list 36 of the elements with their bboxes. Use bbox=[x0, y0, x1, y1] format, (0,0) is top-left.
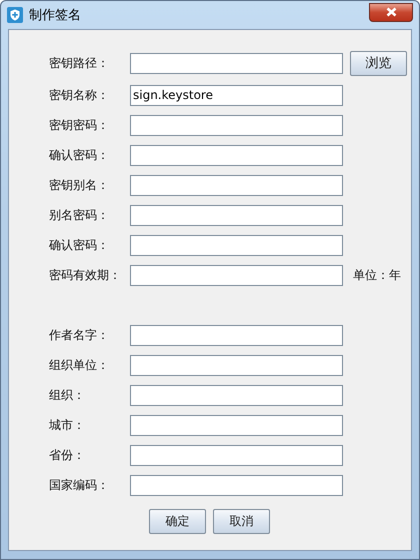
field-label: 密钥路径： bbox=[48, 54, 110, 72]
ok-button[interactable]: 确定 bbox=[149, 509, 206, 534]
cancel-button[interactable]: 取消 bbox=[213, 509, 270, 534]
close-icon bbox=[386, 7, 396, 17]
field-label: 密钥别名： bbox=[48, 176, 110, 194]
close-button[interactable] bbox=[369, 2, 413, 22]
field-label: 密钥名称： bbox=[48, 86, 110, 104]
text-field[interactable] bbox=[130, 414, 343, 436]
field-label: 组织单位： bbox=[48, 356, 110, 374]
text-field[interactable] bbox=[130, 264, 343, 286]
text-field[interactable] bbox=[130, 114, 343, 136]
browse-button[interactable]: 浏览 bbox=[350, 50, 407, 76]
text-field[interactable] bbox=[130, 474, 343, 496]
field-label: 国家编码： bbox=[48, 476, 110, 494]
text-field[interactable] bbox=[130, 144, 343, 166]
field-label: 别名密码： bbox=[48, 206, 110, 224]
field-label: 城市： bbox=[48, 416, 86, 434]
shield-icon bbox=[7, 7, 23, 23]
text-field[interactable] bbox=[130, 444, 343, 466]
text-field[interactable] bbox=[130, 354, 343, 376]
field-label: 密钥密码： bbox=[48, 116, 110, 134]
text-field[interactable] bbox=[130, 174, 343, 196]
text-field[interactable]: sign.keystore bbox=[130, 84, 343, 106]
field-label: 密码有效期： bbox=[48, 266, 122, 284]
text-field[interactable] bbox=[130, 384, 343, 406]
text-field[interactable] bbox=[130, 324, 343, 346]
field-label: 确认密码： bbox=[48, 236, 110, 254]
field-label: 作者名字： bbox=[48, 326, 110, 344]
field-label: 省份： bbox=[48, 446, 86, 464]
text-field[interactable] bbox=[130, 52, 343, 74]
field-label: 组织： bbox=[48, 386, 86, 404]
field-label: 确认密码： bbox=[48, 146, 110, 164]
unit-label: 单位：年 bbox=[353, 266, 401, 284]
text-field[interactable] bbox=[130, 234, 343, 256]
window-title: 制作签名 bbox=[29, 7, 81, 24]
text-field[interactable] bbox=[130, 204, 343, 226]
